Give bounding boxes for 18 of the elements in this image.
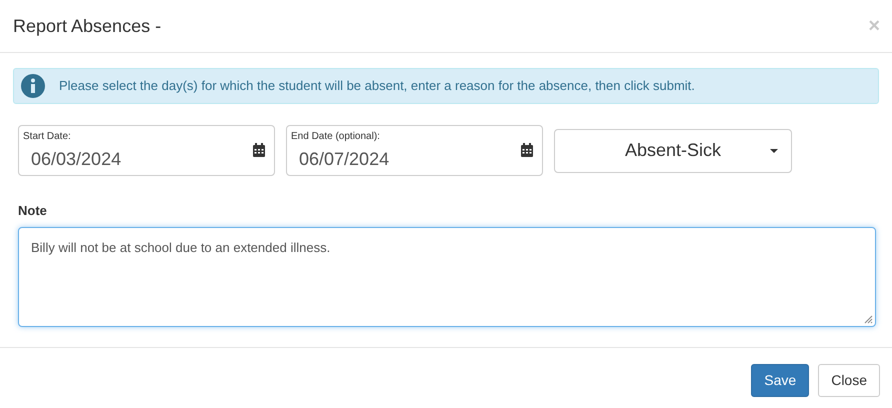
caret-icon bbox=[770, 148, 778, 152]
info-icon bbox=[21, 74, 45, 98]
date-value: 06/03/2024 bbox=[31, 148, 122, 171]
save-button[interactable]: Save bbox=[751, 364, 810, 396]
note-field[interactable]: Billy will not be at school due to an extended illness. bbox=[18, 226, 876, 326]
close-button[interactable]: Close bbox=[818, 364, 880, 396]
alert-message: Please select the day(s) for which the student will be absent, enter a reason for the absence, then click submit. bbox=[59, 77, 695, 96]
note-label: Note bbox=[18, 202, 48, 220]
calendar-icon[interactable] bbox=[253, 143, 265, 157]
date-field[interactable]: End Date (optional): 06/07/2024 bbox=[286, 125, 543, 176]
reason-dropdown[interactable]: Absent-Sick bbox=[554, 128, 792, 172]
resize-handle-icon[interactable] bbox=[864, 314, 873, 324]
date-label: Start Date: bbox=[23, 130, 71, 144]
calendar-icon[interactable] bbox=[521, 143, 533, 157]
dialog-title: Report Absences - bbox=[13, 14, 162, 38]
date-field[interactable]: Start Date: 06/03/2024 bbox=[18, 125, 275, 176]
date-label: End Date (optional): bbox=[291, 130, 380, 144]
date-value: 06/07/2024 bbox=[299, 148, 390, 171]
